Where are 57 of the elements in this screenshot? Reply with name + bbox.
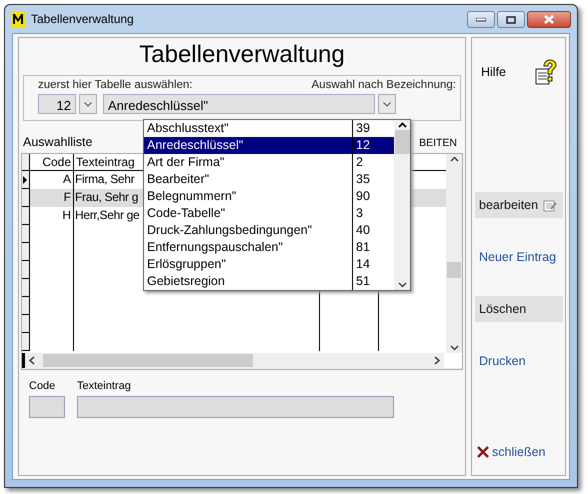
page-heading: Tabellenverwaltung <box>138 40 346 70</box>
close-icon <box>477 446 489 458</box>
dropdown-item[interactable]: Entfernungspauschalen" 81 <box>144 239 394 256</box>
sidebar-button[interactable]: bearbeiten <box>475 192 563 218</box>
minimize-icon <box>476 18 486 22</box>
dropdown-item[interactable]: Gebietsregion 51 <box>144 273 394 290</box>
maximize-button[interactable] <box>497 11 525 28</box>
help-link[interactable]: Hilfe <box>481 65 506 79</box>
text-entry-field[interactable] <box>77 396 394 418</box>
dropdown-item[interactable]: Druck-Zahlungsbedingungen" 40 <box>144 222 394 239</box>
dropdown-button[interactable] <box>79 94 97 114</box>
dropdown-item[interactable]: Code-Tabelle" 3 <box>144 205 394 222</box>
table-name-field[interactable]: Anredeschlüssel" <box>103 94 375 114</box>
dropdown-button[interactable] <box>378 94 396 114</box>
text-entry-label: Texteintrag <box>77 380 132 392</box>
close-button[interactable] <box>527 11 571 28</box>
edit-label: BEITEN <box>419 137 457 149</box>
dropdown-item[interactable]: Art der Firma" 2 <box>144 154 394 171</box>
list-label: Auswahlliste <box>23 135 92 149</box>
scroll-thumb[interactable] <box>43 354 253 367</box>
table-select-label: zuerst hier Tabelle auswählen: <box>38 79 192 91</box>
minimize-button[interactable] <box>467 11 495 28</box>
window-title: Tabellenverwaltung <box>31 12 135 26</box>
code-field[interactable] <box>29 396 65 418</box>
dropdown-item[interactable]: Belegnummern" 90 <box>144 188 394 205</box>
sidebar-button[interactable]: Neuer Eintrag <box>475 244 563 270</box>
code-label: Code <box>29 380 56 392</box>
app-icon <box>11 11 25 27</box>
table-cell: F <box>30 189 74 207</box>
name-select-label: Auswahl nach Bezeichnung: <box>312 79 456 91</box>
vertical-scrollbar[interactable] <box>446 154 462 353</box>
sidebar-button[interactable]: Löschen <box>475 296 563 322</box>
row-header[interactable] <box>22 189 30 207</box>
close-icon <box>544 15 554 24</box>
row-header[interactable] <box>22 207 30 225</box>
chevron-down-icon[interactable] <box>450 345 458 351</box>
table-number-field[interactable]: 12 <box>38 94 76 114</box>
maximize-icon <box>506 16 516 24</box>
chevron-down-icon <box>84 102 92 106</box>
scroll-thumb[interactable] <box>447 262 461 278</box>
sidebar-button[interactable]: Drucken <box>475 348 563 374</box>
chevron-down-icon[interactable] <box>398 282 406 288</box>
chevron-down-icon <box>383 102 391 106</box>
close-link[interactable]: schließen <box>473 445 565 459</box>
chevron-up-icon[interactable] <box>398 122 406 128</box>
row-header[interactable] <box>22 171 30 189</box>
dropdown-item[interactable]: Anredeschlüssel" 12 <box>144 137 394 154</box>
list-scrollbar[interactable] <box>394 120 410 290</box>
table-cell: H <box>30 207 74 225</box>
scroll-marker <box>22 353 25 368</box>
horizontal-scrollbar[interactable] <box>22 353 462 368</box>
dropdown-item[interactable]: Bearbeiter" 35 <box>144 171 394 188</box>
help-icon[interactable] <box>535 59 557 85</box>
dropdown-item[interactable]: Erlösgruppen" 14 <box>144 256 394 273</box>
scroll-thumb[interactable] <box>394 130 410 154</box>
column-header[interactable]: Code <box>30 154 74 171</box>
chevron-up-icon[interactable] <box>450 156 458 162</box>
